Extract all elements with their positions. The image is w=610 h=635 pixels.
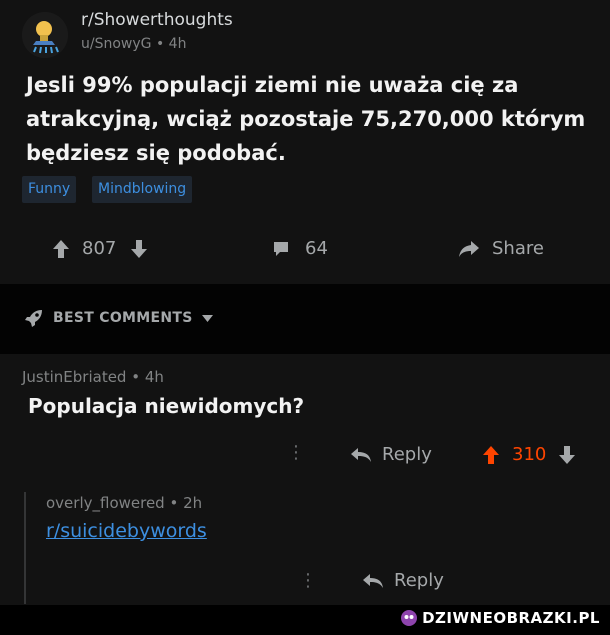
downvote-icon[interactable] xyxy=(558,445,576,465)
downvote-icon[interactable] xyxy=(130,239,148,259)
reply-label: Reply xyxy=(382,444,432,465)
flair-funny[interactable]: Funny xyxy=(22,176,77,203)
comment-reply-button[interactable]: Reply xyxy=(350,444,432,465)
watermark: DZIWNEOBRAZKI.PL xyxy=(400,609,600,627)
comments-button[interactable]: 64 xyxy=(272,238,328,259)
chevron-down-icon xyxy=(201,314,213,322)
watermark-bar: DZIWNEOBRAZKI.PL xyxy=(0,605,610,635)
comment-author[interactable]: JustinEbriated xyxy=(22,368,126,386)
post-card: r/Showerthoughts u/SnowyG • 4h Jesli 99%… xyxy=(0,0,610,284)
upvote-count: 807 xyxy=(82,238,117,259)
sort-dropdown[interactable]: BEST COMMENTS xyxy=(24,308,213,328)
rocket-icon xyxy=(24,308,44,328)
comment-count: 64 xyxy=(305,238,328,259)
share-button[interactable]: Share xyxy=(458,238,544,259)
subreddit-avatar[interactable] xyxy=(22,12,68,58)
comment-actions: ⋮ Reply 310 xyxy=(0,438,610,474)
subreddit-name[interactable]: r/Showerthoughts xyxy=(81,10,233,30)
flair-mindblowing[interactable]: Mindblowing xyxy=(92,176,193,203)
upvote-icon[interactable] xyxy=(482,445,500,465)
more-options-icon[interactable]: ⋮ xyxy=(287,444,305,462)
comment-age: 4h xyxy=(144,368,164,386)
shower-icon xyxy=(22,12,68,58)
reply-author[interactable]: overly_flowered xyxy=(46,494,165,512)
post-title[interactable]: Jesli 99% populacji ziemi nie uważa cię … xyxy=(26,68,596,170)
meta-separator: • xyxy=(169,494,184,512)
comment-meta: JustinEbriated • 4h xyxy=(22,368,164,386)
reply-icon xyxy=(362,573,384,589)
more-options-icon[interactable]: ⋮ xyxy=(299,572,317,590)
thread-line[interactable] xyxy=(24,492,26,604)
sort-label: BEST COMMENTS xyxy=(53,310,193,326)
subreddit-link[interactable]: r/suicidebywords xyxy=(46,520,207,542)
comment-icon xyxy=(272,240,290,258)
nested-reply-button[interactable]: Reply xyxy=(362,570,444,591)
post-actions: 807 64 Share xyxy=(0,228,610,272)
watermark-text: DZIWNEOBRAZKI.PL xyxy=(422,609,600,627)
share-icon xyxy=(458,240,480,258)
comment-vote-count: 310 xyxy=(512,444,547,465)
reply-icon xyxy=(350,447,372,463)
reply-label: Reply xyxy=(394,570,444,591)
post-author[interactable]: u/SnowyG xyxy=(81,36,152,52)
upvote-icon[interactable] xyxy=(52,239,70,259)
comment-vote-controls: 310 xyxy=(482,444,576,465)
reply-meta: overly_flowered • 2h xyxy=(46,494,202,512)
meta-separator: • xyxy=(155,36,169,52)
comment-text: Populacja niewidomych? xyxy=(28,394,305,418)
reply-age: 2h xyxy=(183,494,203,512)
vote-controls: 807 xyxy=(52,238,148,259)
post-meta: u/SnowyG • 4h xyxy=(81,36,186,52)
comment: JustinEbriated • 4h Populacja niewidomyc… xyxy=(0,354,610,605)
meta-separator: • xyxy=(131,368,145,386)
watermark-logo-icon xyxy=(400,609,418,627)
post-age: 4h xyxy=(168,36,187,52)
comment-sort-bar: BEST COMMENTS xyxy=(0,284,610,354)
share-label: Share xyxy=(492,238,544,259)
